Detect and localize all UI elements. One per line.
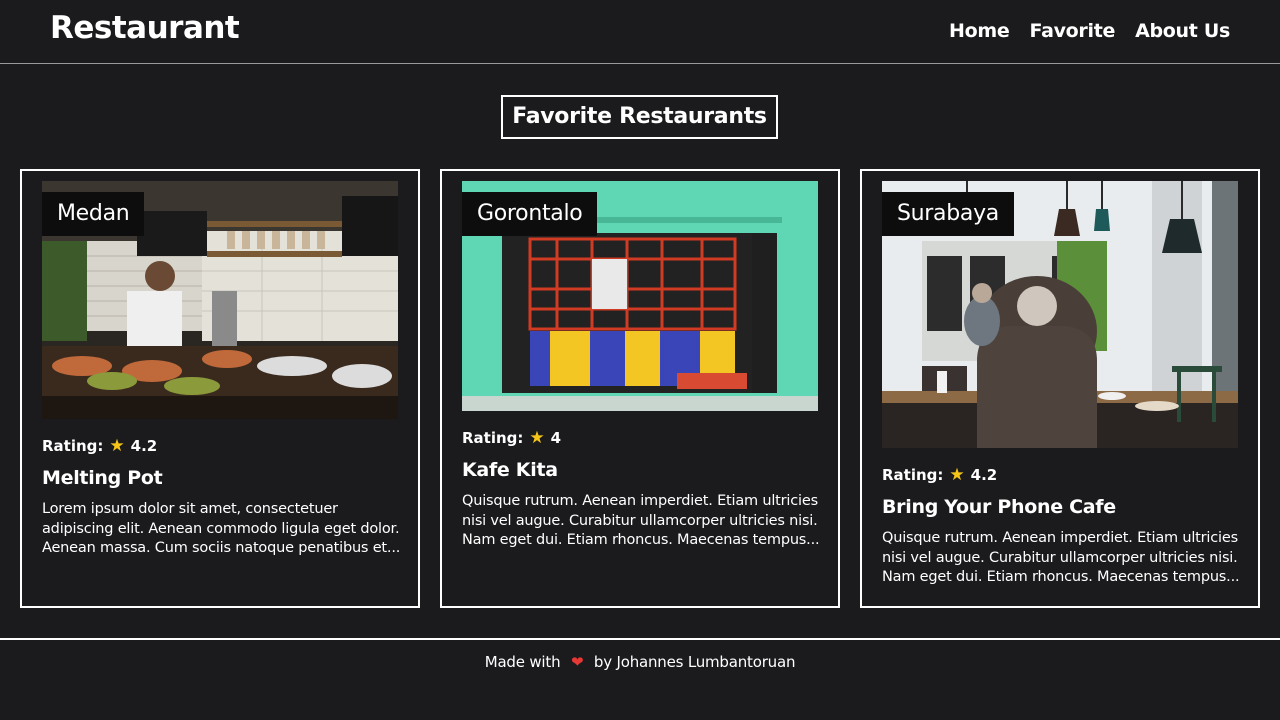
nav-about-link[interactable]: About Us xyxy=(1135,20,1230,42)
rating-value: 4 xyxy=(550,429,562,447)
restaurant-description: Quisque rutrum. Aenean imperdiet. Etiam … xyxy=(462,493,820,548)
restaurant-name[interactable]: Melting Pot xyxy=(42,467,163,489)
city-badge: Medan xyxy=(42,192,145,236)
rating-label: Rating: xyxy=(882,466,944,484)
restaurant-card[interactable]: Surabaya Rating: ★ 4.2 Bring Your Phone … xyxy=(860,169,1260,608)
site-footer: Made with ❤ by Johannes Lumbantoruan xyxy=(0,638,1280,720)
site-header: Restaurant Home Favorite About Us xyxy=(0,0,1280,64)
rating-label: Rating: xyxy=(42,437,104,455)
rating-row: Rating: ★ 4.2 xyxy=(882,465,997,485)
heart-icon: ❤ xyxy=(570,653,584,671)
nav-favorite-link[interactable]: Favorite xyxy=(1030,20,1116,42)
rating-value: 4.2 xyxy=(130,437,158,455)
city-badge: Surabaya xyxy=(882,192,1014,236)
restaurant-description: Quisque rutrum. Aenean imperdiet. Etiam … xyxy=(882,530,1240,585)
nav-home-link[interactable]: Home xyxy=(949,20,1010,42)
rating-row: Rating: ★ 4 xyxy=(462,428,561,448)
footer-credit: Made with ❤ by Johannes Lumbantoruan xyxy=(0,653,1280,671)
city-badge: Gorontalo xyxy=(462,192,598,236)
restaurant-card[interactable]: Medan Rating: ★ 4.2 Melting Pot Lorem ip… xyxy=(20,169,420,608)
star-icon: ★ xyxy=(109,436,125,456)
brand-title[interactable]: Restaurant xyxy=(50,10,240,46)
rating-value: 4.2 xyxy=(970,466,998,484)
rating-row: Rating: ★ 4.2 xyxy=(42,436,157,456)
footer-prefix: Made with xyxy=(484,653,561,671)
restaurant-name[interactable]: Bring Your Phone Cafe xyxy=(882,496,1116,518)
star-icon: ★ xyxy=(949,465,965,485)
restaurant-card[interactable]: Gorontalo Rating: ★ 4 Kafe Kita Quisque … xyxy=(440,169,840,608)
restaurant-description: Lorem ipsum dolor sit amet, consectetuer… xyxy=(42,501,401,556)
footer-suffix: by Johannes Lumbantoruan xyxy=(593,653,796,671)
main-nav: Home Favorite About Us xyxy=(949,20,1230,42)
rating-label: Rating: xyxy=(462,429,524,447)
star-icon: ★ xyxy=(529,428,545,448)
page-title: Favorite Restaurants xyxy=(501,95,778,139)
restaurant-name[interactable]: Kafe Kita xyxy=(462,459,558,481)
